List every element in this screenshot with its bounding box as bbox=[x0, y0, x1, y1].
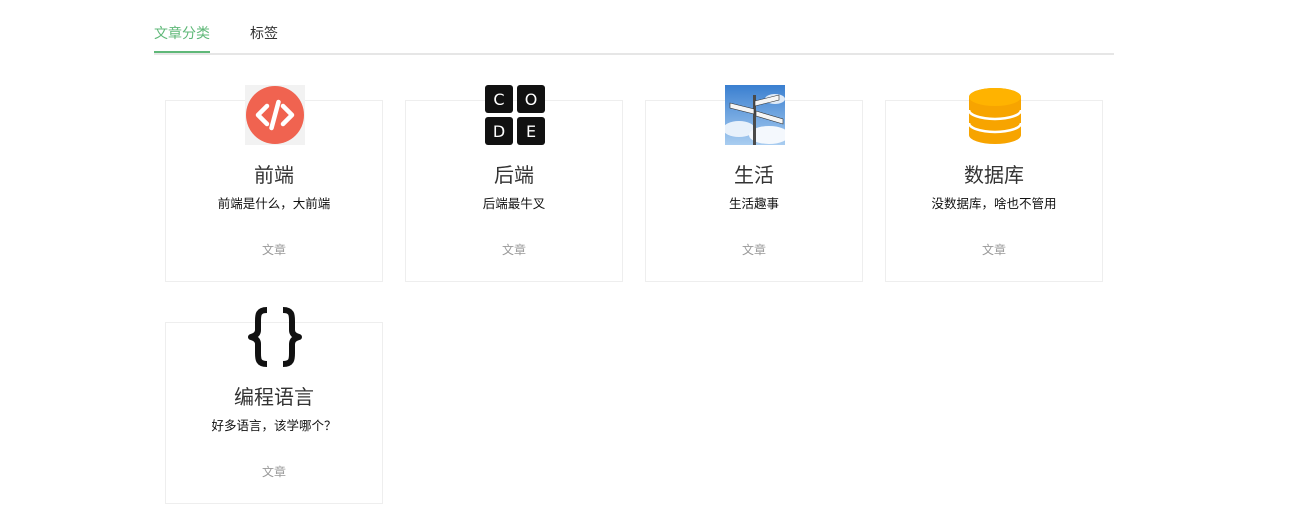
tab-article-categories[interactable]: 文章分类 bbox=[154, 24, 210, 53]
code-blocks-icon: C O D E bbox=[485, 85, 545, 145]
category-name: 后端 bbox=[494, 163, 534, 187]
signpost-icon bbox=[723, 85, 789, 145]
category-name: 编程语言 bbox=[234, 385, 314, 409]
category-card-life[interactable]: 生活 生活趣事 文章 bbox=[645, 85, 863, 282]
icon-letter: E bbox=[526, 122, 536, 141]
category-name: 前端 bbox=[254, 163, 294, 187]
category-meta: 文章 bbox=[741, 243, 766, 257]
icon-letter: O bbox=[525, 90, 538, 109]
category-meta: 文章 bbox=[261, 243, 286, 257]
icon-letter: D bbox=[493, 122, 505, 141]
tab-tags[interactable]: 标签 bbox=[250, 24, 278, 44]
category-card-backend[interactable]: C O D E 后端 后端最牛叉 文章 bbox=[405, 85, 623, 282]
curly-braces-icon bbox=[245, 307, 305, 367]
category-description: 生活趣事 bbox=[728, 196, 779, 211]
category-meta: 文章 bbox=[981, 243, 1006, 257]
category-description: 后端最牛叉 bbox=[482, 196, 546, 211]
category-description: 没数据库，啥也不管用 bbox=[931, 196, 1057, 211]
code-tag-icon bbox=[245, 85, 305, 145]
category-name: 数据库 bbox=[964, 163, 1024, 187]
category-name: 生活 bbox=[734, 163, 774, 187]
category-card-programming-languages[interactable]: 编程语言 好多语言，该学哪个？ 文章 bbox=[165, 307, 383, 504]
category-description: 前端是什么，大前端 bbox=[217, 196, 331, 211]
category-meta: 文章 bbox=[261, 465, 286, 479]
category-description: 好多语言，该学哪个？ bbox=[211, 418, 337, 433]
category-meta: 文章 bbox=[501, 243, 526, 257]
category-tabs: 文章分类 标签 bbox=[154, 14, 1114, 55]
category-card-database[interactable]: 数据库 没数据库，啥也不管用 文章 bbox=[885, 88, 1103, 282]
category-card-frontend[interactable]: 前端 前端是什么，大前端 文章 bbox=[165, 85, 383, 282]
database-icon bbox=[965, 85, 1025, 145]
icon-letter: C bbox=[493, 90, 504, 109]
